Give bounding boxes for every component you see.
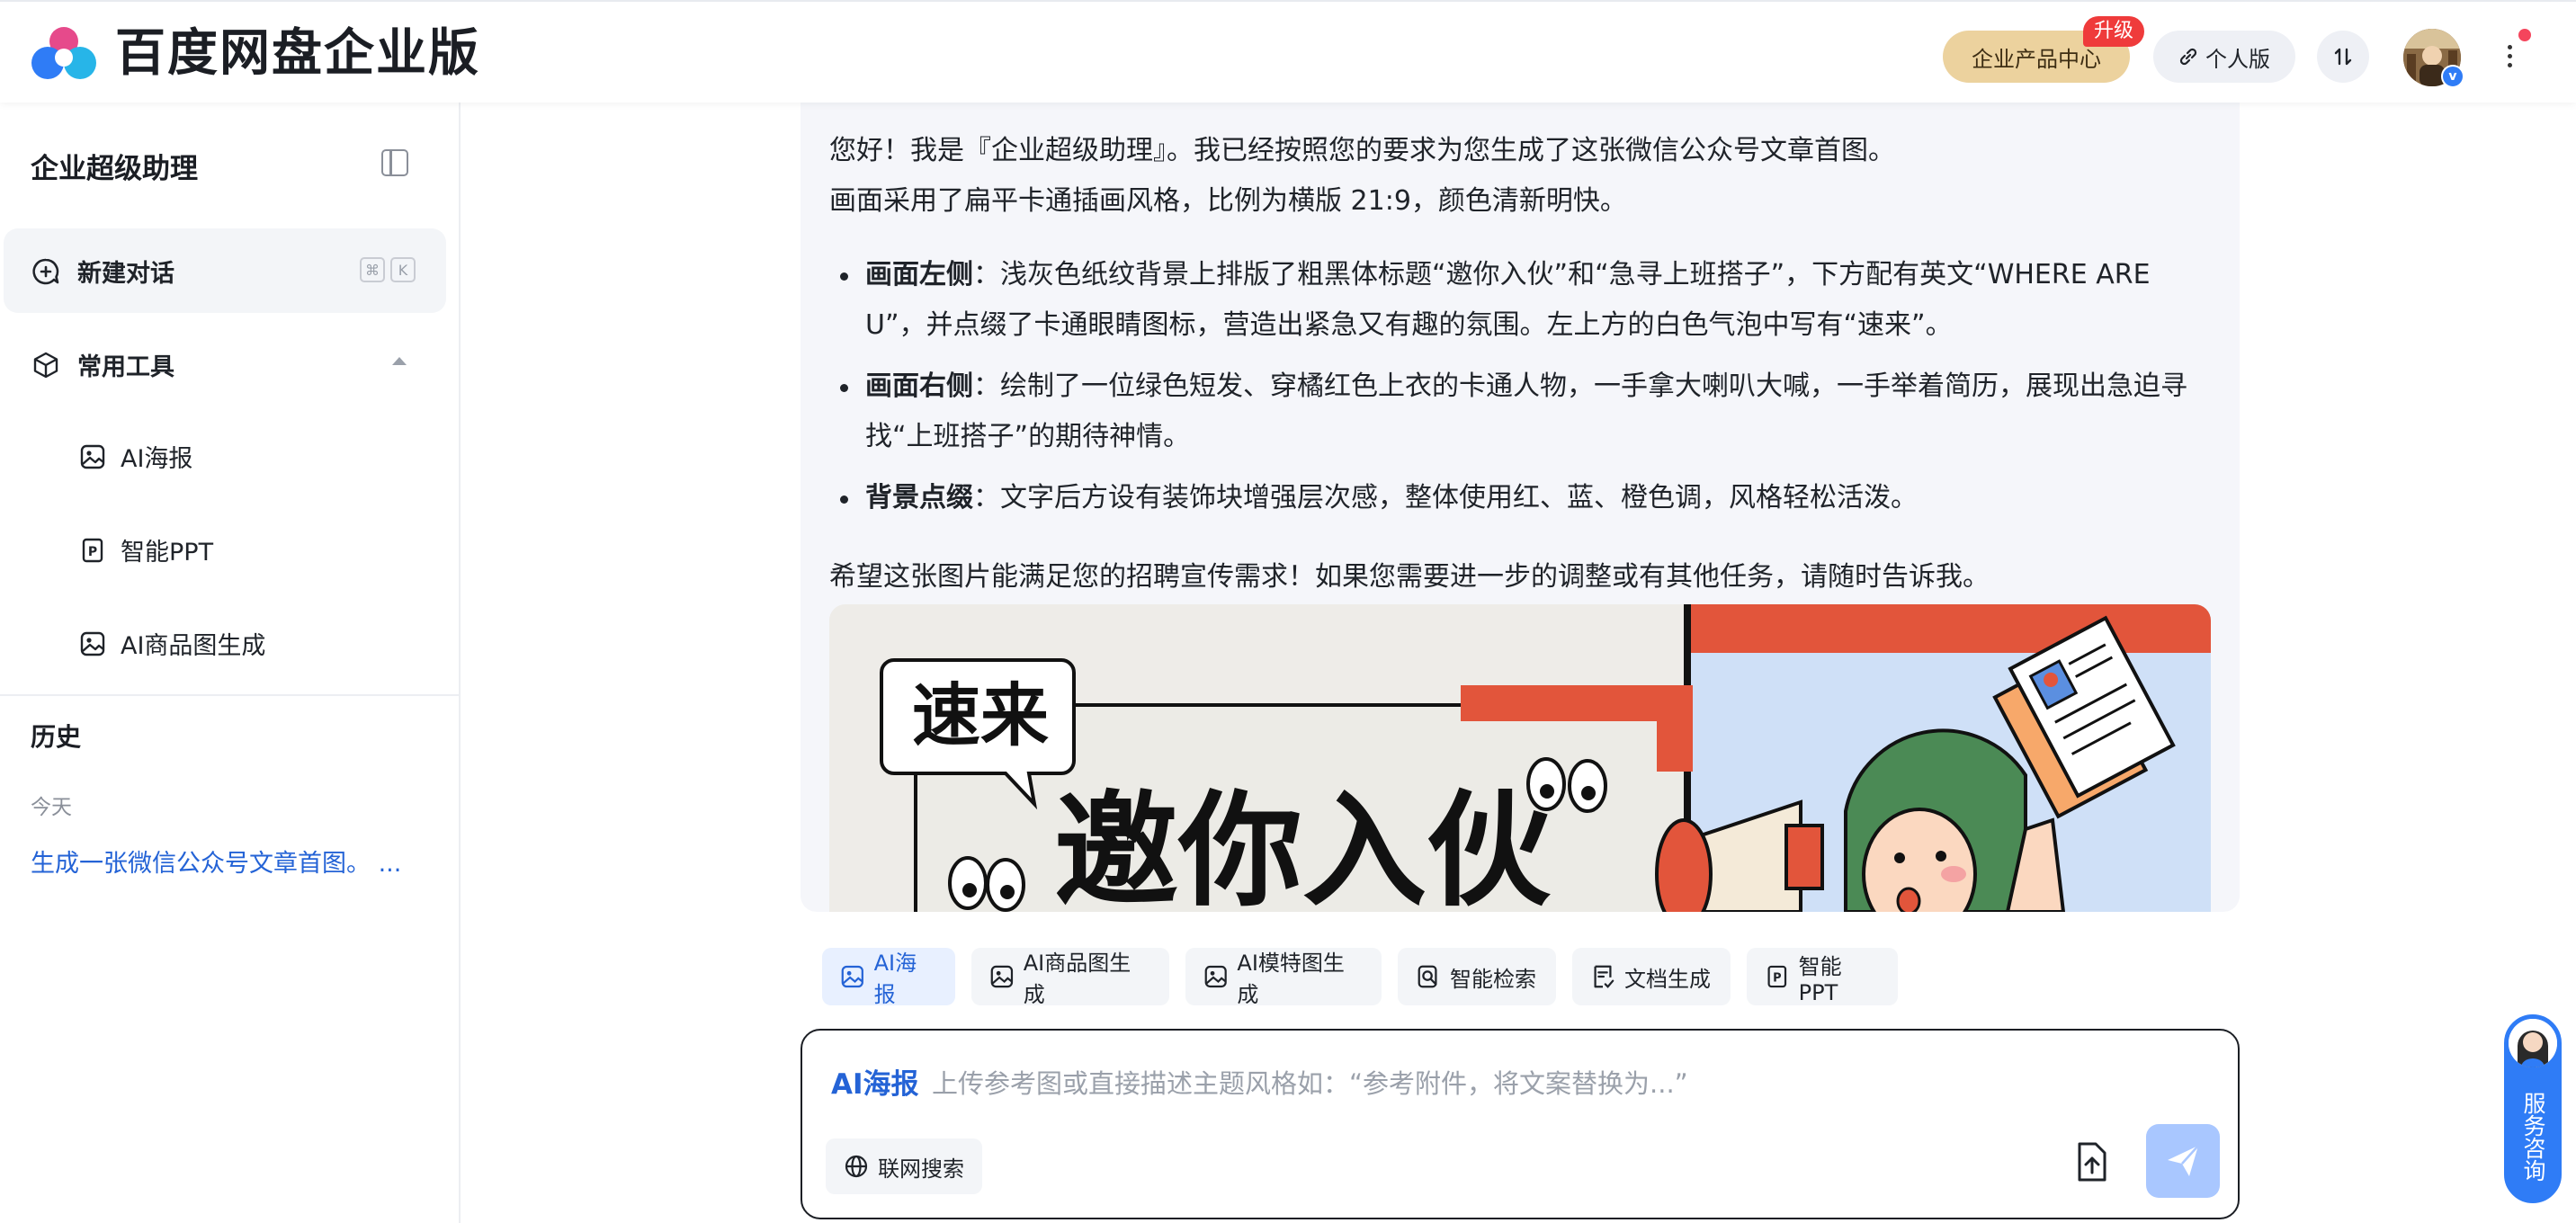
ppt-icon: P <box>1767 965 1787 988</box>
bullet-head: 画面右侧 <box>865 370 973 402</box>
quick-tool-label: AI模特图生成 <box>1237 951 1345 1007</box>
bullet-item: 画面右侧：绘制了一位绿色短发、穿橘红色上衣的卡通人物，一手拿大喇叭大喊，一手举着… <box>829 362 2214 462</box>
bullet-text: ：浅灰色纸纹背景上排版了粗黑体标题“邀你入伙”和“急寻上班搭子”，下方配有英文“… <box>865 259 2151 341</box>
brand-title[interactable]: 百度网盘企业版 <box>115 23 480 85</box>
transfer-button[interactable] <box>2317 31 2369 83</box>
verified-badge-icon: v <box>2441 65 2464 88</box>
new-chat-label: 新建对话 <box>77 260 174 288</box>
quick-tool-smart-search[interactable]: 智能检索 <box>1398 948 1556 1005</box>
poster-title-text: 邀你入伙 <box>1054 779 1551 912</box>
bullet-text: ：文字后方设有装饰块增强层次感，整体使用红、蓝、橙色调，风格轻松活泼。 <box>973 482 1918 513</box>
bullet-text: ：绘制了一位绿色短发、穿橘红色上衣的卡通人物，一手拿大喇叭大喊，一手举着简历，展… <box>865 370 2187 452</box>
link-icon <box>2179 48 2197 66</box>
assistant-message: 您好！我是『企业超级助理』。我已经按照您的要求为您生成了这张微信公众号文章首图。… <box>801 103 2240 912</box>
sidebar-item-label: 智能PPT <box>121 539 214 567</box>
sidebar-collapse-icon[interactable] <box>381 149 408 176</box>
message-bullet-list: 画面左侧：浅灰色纸纹背景上排版了粗黑体标题“邀你入伙”和“急寻上班搭子”，下方配… <box>829 250 2214 534</box>
sidebar: 企业超级助理 新建对话 ⌘ K 常用工具 AI海报 P 智能PPT AI商品图生… <box>0 103 461 1223</box>
poster-bubble-text: 速来 <box>912 675 1049 755</box>
search-doc-icon <box>1418 965 1437 988</box>
notification-dot <box>2518 29 2531 41</box>
bullet-head: 背景点缀 <box>865 482 973 513</box>
quick-tool-label: AI商品图生成 <box>1023 951 1131 1007</box>
sidebar-item-label: AI海报 <box>121 445 193 473</box>
chevron-up-icon[interactable] <box>392 357 407 365</box>
input-mode-tag[interactable]: AI海报 <box>831 1061 919 1102</box>
cube-icon <box>33 352 58 378</box>
chat-input-box[interactable]: AI海报 上传参考图或直接描述主题风格如：“参考附件，将文案替换为...” 联网… <box>801 1029 2240 1219</box>
web-search-toggle[interactable]: 联网搜索 <box>826 1138 982 1194</box>
service-consult-label: 服务咨询 <box>2520 1092 2546 1182</box>
bullet-head: 画面左侧 <box>865 259 973 290</box>
quick-tool-label: 智能PPT <box>1798 953 1842 1005</box>
quick-tool-label: AI海报 <box>873 951 917 1007</box>
message-intro-line2: 画面采用了扁平卡通插画风格，比例为横版 21:9，颜色清新明快。 <box>829 185 1627 217</box>
sidebar-item-ai-poster[interactable]: AI海报 <box>79 439 192 474</box>
personal-version-button[interactable]: 个人版 <box>2153 31 2295 83</box>
sidebar-title: 企业超级助理 <box>31 153 198 185</box>
sidebar-divider <box>0 694 459 696</box>
chat-input-placeholder[interactable]: 上传参考图或直接描述主题风格如：“参考附件，将文案替换为...” <box>932 1063 1688 1101</box>
svg-text:P: P <box>1773 972 1781 986</box>
quick-tool-ai-model-image[interactable]: AI模特图生成 <box>1185 948 1382 1007</box>
new-chat-icon <box>32 258 59 284</box>
history-title: 历史 <box>31 722 82 752</box>
enterprise-center-label: 企业产品中心 <box>1972 46 2101 72</box>
image-icon <box>1204 965 1227 988</box>
upload-file-icon[interactable] <box>2067 1138 2114 1185</box>
sidebar-item-smart-ppt[interactable]: P 智能PPT <box>79 532 213 567</box>
shortcut-k-key: K <box>390 257 416 282</box>
quick-tool-smart-ppt[interactable]: P 智能PPT <box>1747 948 1898 1005</box>
history-item[interactable]: 生成一张微信公众号文章首图。 ... <box>31 844 426 879</box>
quick-tool-ai-poster[interactable]: AI海报 <box>822 948 955 1007</box>
sidebar-item-ai-product-image[interactable]: AI商品图生成 <box>79 626 265 661</box>
upgrade-badge[interactable]: 升级 <box>2083 16 2145 47</box>
new-chat-row[interactable]: 新建对话 <box>31 254 174 289</box>
globe-icon <box>845 1155 868 1178</box>
history-date-group: 今天 <box>31 796 72 819</box>
bullet-item: 背景点缀：文字后方设有装饰块增强层次感，整体使用红、蓝、橙色调，风格轻松活泼。 <box>829 473 2214 523</box>
generated-poster-image[interactable]: 速来 邀你入伙 <box>829 604 2211 912</box>
quick-tool-label: 文档生成 <box>1624 966 1711 992</box>
send-plane-icon <box>2168 1145 2199 1176</box>
image-icon <box>80 631 105 656</box>
document-icon <box>1594 965 1614 988</box>
sidebar-item-label: AI商品图生成 <box>121 632 266 660</box>
common-tools-label: 常用工具 <box>77 353 174 381</box>
image-icon <box>990 965 1014 988</box>
poster-illustration: 速来 邀你入伙 <box>829 604 2211 912</box>
bullet-item: 画面左侧：浅灰色纸纹背景上排版了粗黑体标题“邀你入伙”和“急寻上班搭子”，下方配… <box>829 250 2214 351</box>
shortcut-cmd-key: ⌘ <box>360 257 385 282</box>
web-search-label: 联网搜索 <box>878 1156 964 1182</box>
svg-text:P: P <box>88 545 97 559</box>
quick-tool-ai-product-image[interactable]: AI商品图生成 <box>971 948 1169 1007</box>
top-header: 百度网盘企业版 企业产品中心 升级 个人版 v <box>0 0 2576 103</box>
image-icon <box>80 444 105 469</box>
baidu-netdisk-logo[interactable] <box>25 22 103 85</box>
ppt-icon: P <box>82 538 103 562</box>
message-outro: 希望这张图片能满足您的招聘宣传需求！如果您需要进一步的调整或有其他任务，请随时告… <box>829 561 1990 593</box>
agent-avatar-icon <box>2506 1016 2560 1070</box>
more-menu-icon[interactable] <box>2499 38 2520 74</box>
message-intro-line1: 您好！我是『企业超级助理』。我已经按照您的要求为您生成了这张微信公众号文章首图。 <box>829 135 1895 166</box>
transfer-arrows-icon <box>2334 48 2352 66</box>
common-tools-toggle[interactable]: 常用工具 <box>31 347 174 382</box>
send-button[interactable] <box>2146 1124 2220 1198</box>
quick-tool-label: 智能检索 <box>1450 966 1536 992</box>
quick-tool-doc-generation[interactable]: 文档生成 <box>1572 948 1731 1005</box>
personal-version-label: 个人版 <box>2205 46 2270 72</box>
image-icon <box>841 965 863 988</box>
